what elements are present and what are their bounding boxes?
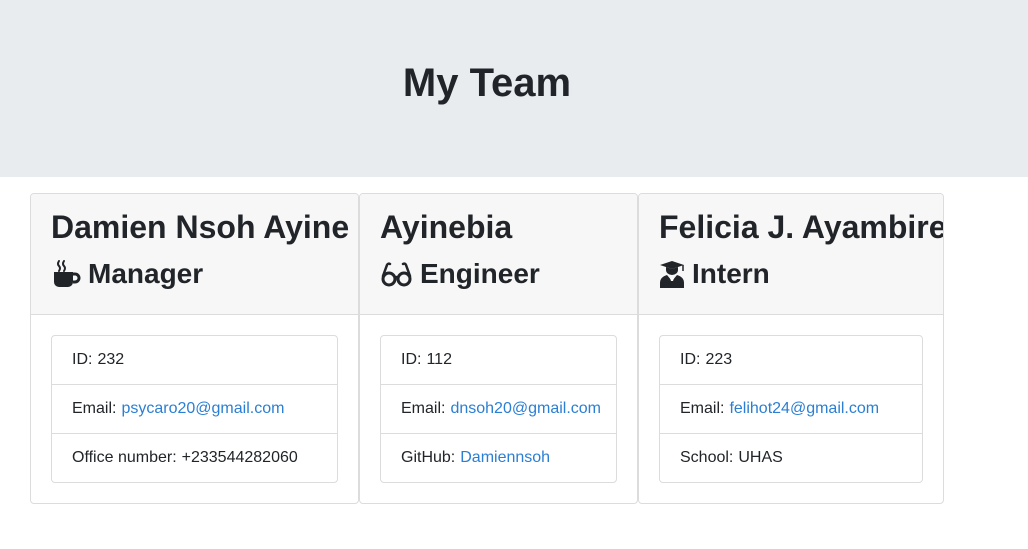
id-label: ID: [72,351,93,368]
email-link[interactable]: dnsoh20@gmail.com [450,400,601,418]
graduate-icon [659,259,685,289]
email-label: Email: [72,400,117,417]
email-link[interactable]: psycaro20@gmail.com [121,400,284,418]
list-item-email: Email: dnsoh20@gmail.com [381,385,616,434]
employee-card-intern: Felicia J. Ayambire Intern ID: 223 Email:… [638,193,944,504]
list-item-id: ID: 223 [660,336,922,385]
info-list: ID: 112 Email: dnsoh20@gmail.com GitHub: Da… [380,335,617,483]
list-item-id: ID: 232 [52,336,337,385]
glasses-icon [380,259,413,289]
school-value: UHAS [738,449,783,466]
role-label: Intern [692,258,770,289]
id-value: 232 [97,351,125,368]
header-jumbotron: My Team [0,0,1028,177]
employee-role: Intern [659,256,770,292]
email-label: Email: [401,400,446,417]
employee-card-engineer: Ayinebia Engineer ID: 112 Email: dnsoh20@g… [359,193,638,504]
list-item-school: School: UHAS [660,434,922,482]
email-label: Email: [680,400,725,417]
employee-name: Ayinebia [380,209,513,245]
list-item-office-number: Office number: +233544282060 [52,434,337,482]
card-header: Damien Nsoh Ayine Manager [31,194,358,315]
role-label: Engineer [420,258,540,289]
card-header: Ayinebia Engineer [360,194,637,315]
mug-icon [51,259,81,289]
school-label: School: [680,449,734,466]
id-value: 112 [426,351,452,368]
info-list: ID: 232 Email: psycaro20@gmail.com Office … [51,335,338,483]
office-number-label: Office number: [72,449,177,466]
page-title: My Team [402,61,572,105]
id-label: ID: [401,351,422,368]
github-label: GitHub: [401,449,456,466]
list-item-github: GitHub: Damiennsoh [381,434,616,482]
office-number-value: +233544282060 [181,449,298,466]
list-item-email: Email: psycaro20@gmail.com [52,385,337,434]
id-value: 223 [705,351,733,368]
role-label: Manager [88,258,204,289]
employee-role: Manager [51,256,203,292]
list-item-id: ID: 112 [381,336,616,385]
email-link[interactable]: felihot24@gmail.com [729,400,879,418]
card-header: Felicia J. Ayambire Intern [639,194,943,315]
info-list: ID: 223 Email: felihot24@gmail.com School:… [659,335,923,483]
employee-role: Engineer [380,256,540,292]
employee-name: Felicia J. Ayambire [659,209,944,245]
id-label: ID: [680,351,701,368]
employee-name: Damien Nsoh Ayine [51,209,350,245]
list-item-email: Email: felihot24@gmail.com [660,385,922,434]
github-link[interactable]: Damiennsoh [460,449,550,467]
employee-card-manager: Damien Nsoh Ayine Manager ID: 232 Email: p… [30,193,359,504]
